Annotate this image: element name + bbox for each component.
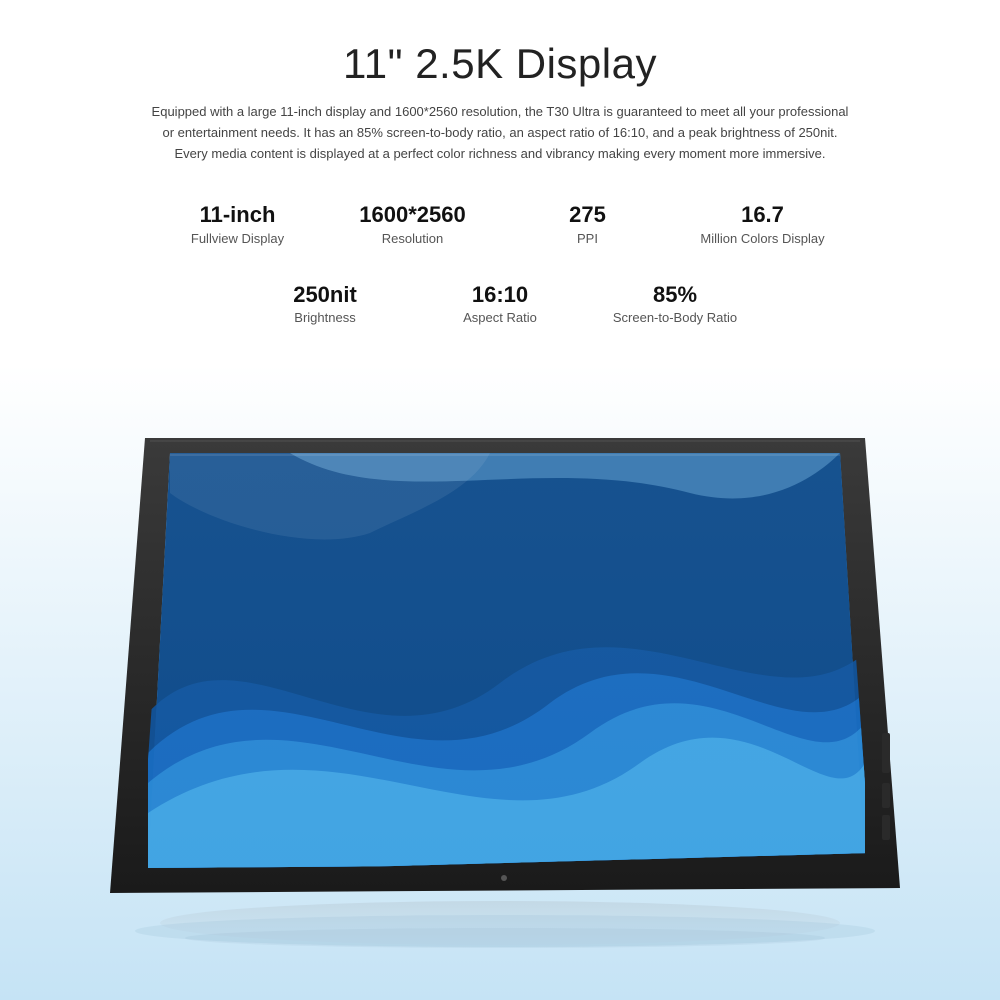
spec-value-1: 11-inch bbox=[200, 202, 276, 228]
spec-value-3: 275 bbox=[569, 202, 606, 228]
tablet-image bbox=[90, 408, 910, 978]
tablet-section bbox=[0, 365, 1000, 1000]
spec-value-r2-1: 250nit bbox=[293, 282, 357, 308]
spec-item-4: 16.7 Million Colors Display bbox=[675, 192, 850, 255]
spec-item-r2-3: 85% Screen-to-Body Ratio bbox=[588, 272, 763, 335]
spec-label-r2-2: Aspect Ratio bbox=[463, 310, 537, 325]
spec-item-2: 1600*2560 Resolution bbox=[325, 192, 500, 255]
spec-value-4: 16.7 bbox=[741, 202, 784, 228]
specs-row-2: 250nit Brightness 16:10 Aspect Ratio 85%… bbox=[238, 272, 763, 335]
spec-label-2: Resolution bbox=[382, 231, 443, 246]
spec-item-3: 275 PPI bbox=[500, 192, 675, 255]
spec-value-2: 1600*2560 bbox=[359, 202, 465, 228]
top-section: 11" 2.5K Display Equipped with a large 1… bbox=[0, 0, 1000, 365]
page-description: Equipped with a large 11-inch display an… bbox=[150, 102, 850, 164]
spec-item-1: 11-inch Fullview Display bbox=[150, 192, 325, 255]
spec-label-r2-1: Brightness bbox=[294, 310, 355, 325]
spec-item-r2-2: 16:10 Aspect Ratio bbox=[413, 272, 588, 335]
spec-label-4: Million Colors Display bbox=[700, 231, 824, 246]
spec-item-r2-1: 250nit Brightness bbox=[238, 272, 413, 335]
spec-label-r2-3: Screen-to-Body Ratio bbox=[613, 310, 737, 325]
spec-value-r2-2: 16:10 bbox=[472, 282, 528, 308]
spec-label-1: Fullview Display bbox=[191, 231, 284, 246]
spec-label-3: PPI bbox=[577, 231, 598, 246]
page-title: 11" 2.5K Display bbox=[343, 40, 657, 88]
spec-value-r2-3: 85% bbox=[653, 282, 697, 308]
specs-row-1: 11-inch Fullview Display 1600*2560 Resol… bbox=[150, 192, 850, 255]
